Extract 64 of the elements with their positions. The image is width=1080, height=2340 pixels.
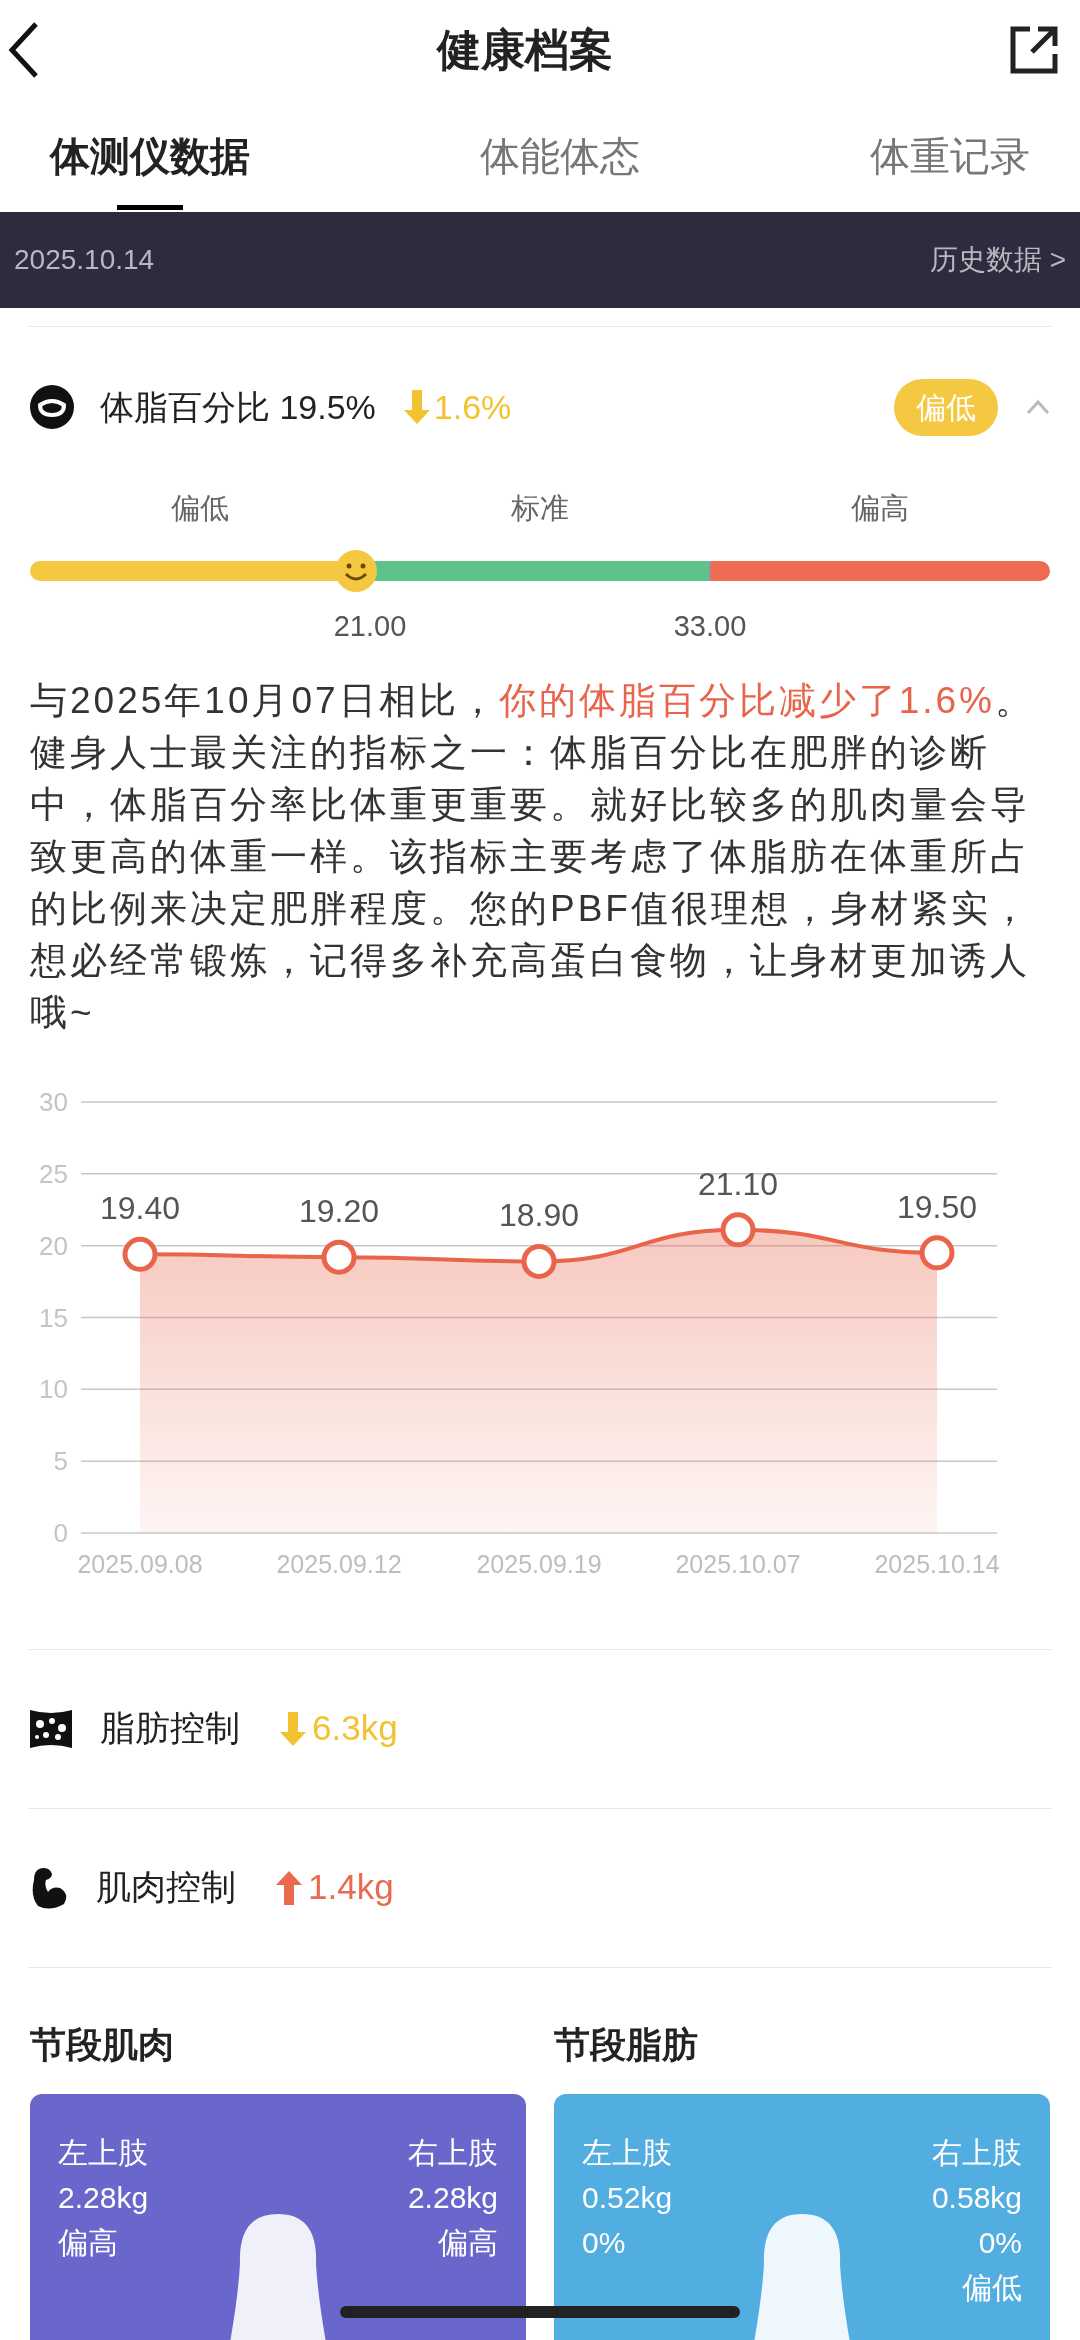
y-axis-label: 5 (53, 1445, 68, 1476)
x-axis-label: 2025.09.08 (77, 1549, 203, 1578)
data-point (521, 1243, 557, 1279)
tab[interactable]: 体重记录 (870, 100, 1030, 212)
down-arrow-icon (403, 390, 430, 424)
control-label: 脂肪控制 (100, 1707, 240, 1750)
value-label: 19.50 (896, 1188, 978, 1225)
data-point (122, 1236, 158, 1272)
value-label: 19.40 (99, 1189, 181, 1226)
up-arrow-icon (276, 1870, 302, 1905)
range-label: 标准 (511, 491, 569, 526)
change-value: 1.6% (433, 386, 512, 428)
limb-value: 0.58kg (931, 2179, 1022, 2216)
face-mask-icon (30, 385, 74, 429)
change-value: 1.4kg (308, 1866, 394, 1909)
status-badge: 偏低 (894, 378, 998, 436)
description-text: 健身人士最关注的指标之一：体脂百分比在肥胖的诊断中，体脂百分率比体重更重要。就好比较多的肌肉量会导致更高的体重一样。该指标主要考虑了体脂肪在体重所占的比例来决定肥胖程度。您的PBF值很理想，身材紧实，想必经常锻炼，记得多补充高蛋白食物，让身材更加诱人哦~ (30, 730, 1032, 1035)
x-axis-label: 2025.10.14 (874, 1549, 1000, 1578)
tab[interactable]: 体测仪数据 (50, 100, 250, 212)
change-value: 6.3kg (312, 1707, 398, 1750)
data-point (321, 1239, 357, 1275)
y-axis-label: 20 (39, 1230, 68, 1261)
range-label: 偏低 (171, 491, 229, 526)
y-axis-label: 30 (39, 1086, 68, 1117)
comparison-text: 与2025年10月07日相比，你的体脂百分比减少了1.6%。 (30, 678, 1036, 723)
limb-value: 0.52kg (582, 2179, 673, 2216)
limb-value: 2.28kg (58, 2179, 149, 2216)
down-arrow-icon (280, 1711, 306, 1746)
range-tick: 21.00 (333, 608, 407, 644)
x-axis-label: 2025.10.07 (675, 1549, 801, 1578)
y-axis-label: 25 (39, 1158, 68, 1189)
limb-value: 0% (582, 2224, 626, 2261)
limb-value: 偏高 (438, 2224, 498, 2261)
y-axis-label: 10 (39, 1373, 68, 1404)
range-tick: 33.00 (673, 608, 747, 644)
history-link[interactable]: 历史数据 > (929, 239, 1066, 281)
value-label: 19.20 (298, 1192, 380, 1229)
date-text: 2025.10.14 (14, 243, 155, 277)
limb-value: 偏低 (962, 2269, 1022, 2306)
control-label: 肌肉控制 (96, 1866, 236, 1909)
limb-label: 右上肢 (932, 2134, 1022, 2171)
data-point (919, 1234, 955, 1270)
limb-value: 2.28kg (407, 2179, 498, 2216)
y-axis-label: 15 (39, 1302, 68, 1332)
range-label: 偏高 (851, 491, 909, 526)
x-axis-label: 2025.09.19 (476, 1549, 602, 1578)
y-axis-label: 0 (53, 1517, 68, 1548)
value-label: 18.90 (498, 1196, 580, 1233)
section-title: 节段脂肪 (554, 2022, 699, 2067)
data-point (720, 1211, 756, 1247)
flexed-arm-icon (30, 1865, 68, 1910)
metric-title: 体脂百分比 19.5% (100, 386, 376, 428)
page-title: 健康档案 (437, 24, 613, 76)
limb-label: 左上肢 (582, 2134, 672, 2171)
section-title: 节段肌肉 (30, 2022, 175, 2067)
limb-value: 0% (978, 2224, 1022, 2261)
value-label: 21.10 (697, 1165, 779, 1202)
fat-cells-icon (30, 1707, 72, 1750)
limb-value: 偏高 (58, 2224, 118, 2261)
x-axis-label: 2025.09.12 (276, 1549, 402, 1578)
tab[interactable]: 体能体态 (480, 100, 640, 212)
limb-label: 左上肢 (58, 2134, 148, 2171)
share-icon[interactable] (1008, 24, 1060, 76)
limb-label: 右上肢 (408, 2134, 498, 2171)
